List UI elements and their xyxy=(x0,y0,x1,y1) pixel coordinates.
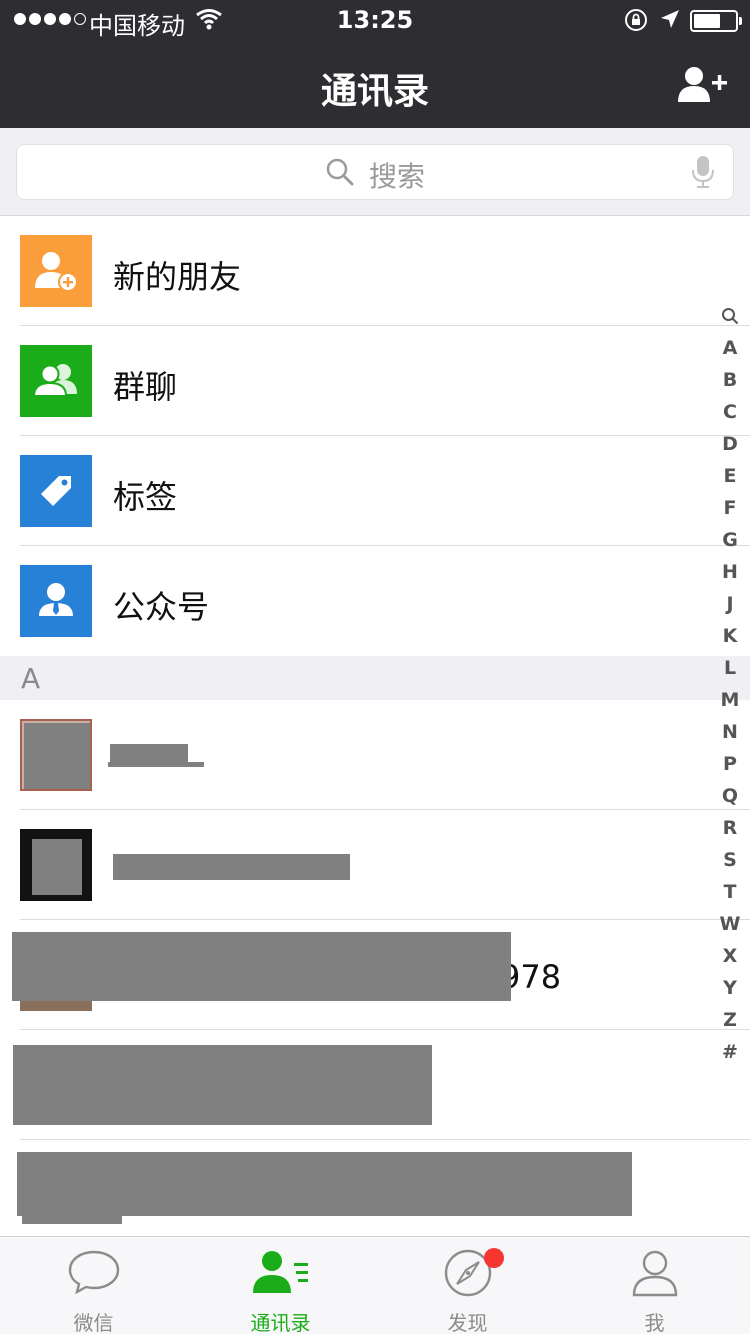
tags-label: 标签 xyxy=(113,478,178,516)
battery-icon xyxy=(690,10,742,32)
index-letter[interactable]: Z xyxy=(714,1004,746,1036)
contacts-icon xyxy=(252,1251,308,1293)
new-friends-label: 新的朋友 xyxy=(113,258,242,296)
group-chats-label: 群聊 xyxy=(113,368,178,406)
index-letter[interactable]: W xyxy=(714,908,746,940)
contact-row[interactable] xyxy=(0,700,750,810)
redacted-block xyxy=(22,1214,122,1224)
index-letter[interactable]: Y xyxy=(714,972,746,1004)
index-letter[interactable]: N xyxy=(714,716,746,748)
new-friend-icon xyxy=(20,235,92,307)
notification-badge xyxy=(484,1248,504,1268)
index-letter[interactable]: J xyxy=(714,588,746,620)
index-letter[interactable]: L xyxy=(714,652,746,684)
avatar xyxy=(20,829,92,901)
official-account-icon xyxy=(20,565,92,637)
search-placeholder: 搜索 xyxy=(369,160,426,193)
tab-chats[interactable]: 微信 xyxy=(0,1237,187,1334)
redacted-block xyxy=(13,1045,432,1125)
index-letter[interactable]: F xyxy=(714,492,746,524)
index-letter[interactable]: P xyxy=(714,748,746,780)
location-arrow-icon xyxy=(661,10,679,28)
search-area: 搜索 xyxy=(0,128,750,216)
index-search-icon[interactable] xyxy=(714,300,746,332)
tab-label: 我 xyxy=(644,1311,665,1334)
official-accounts-row[interactable]: 公众号 xyxy=(0,546,750,656)
new-friends-row[interactable]: 新的朋友 xyxy=(0,216,750,326)
microphone-icon[interactable] xyxy=(691,155,715,189)
add-contact-icon[interactable] xyxy=(676,64,728,104)
index-letter[interactable]: H xyxy=(714,556,746,588)
contact-row[interactable] xyxy=(0,810,750,920)
index-letter[interactable]: M xyxy=(714,684,746,716)
group-chat-icon xyxy=(20,345,92,417)
tab-bar: 微信 通讯录 发现 我 xyxy=(0,1236,750,1334)
index-letter[interactable]: Q xyxy=(714,780,746,812)
index-letter[interactable]: A xyxy=(714,332,746,364)
index-letter[interactable]: # xyxy=(714,1036,746,1068)
nav-bar: 通讯录 xyxy=(0,40,750,128)
index-letter[interactable]: C xyxy=(714,396,746,428)
redacted-block xyxy=(17,1152,632,1216)
search-icon xyxy=(326,158,354,186)
chat-bubble-icon xyxy=(68,1250,119,1295)
tab-discover[interactable]: 发现 xyxy=(374,1237,561,1334)
tab-me[interactable]: 我 xyxy=(561,1237,748,1334)
status-bar: 中国移动 13:25 xyxy=(0,0,750,40)
section-letter: A xyxy=(21,662,41,695)
tab-label: 微信 xyxy=(73,1311,114,1334)
index-letter[interactable]: T xyxy=(714,876,746,908)
page-title: 通讯录 xyxy=(320,71,429,112)
tab-contacts[interactable]: 通讯录 xyxy=(187,1237,374,1334)
person-icon xyxy=(632,1250,677,1297)
group-chats-row[interactable]: 群聊 xyxy=(0,326,750,436)
tags-row[interactable]: 标签 xyxy=(0,436,750,546)
index-letter[interactable]: K xyxy=(714,620,746,652)
avatar xyxy=(20,719,92,791)
official-accounts-label: 公众号 xyxy=(113,588,210,626)
index-letter[interactable]: G xyxy=(714,524,746,556)
rotation-lock-icon xyxy=(625,9,647,31)
redacted-name xyxy=(110,744,188,764)
tab-label: 通讯录 xyxy=(250,1311,311,1334)
index-letter[interactable]: S xyxy=(714,844,746,876)
alphabet-index[interactable]: A B C D E F G H J K L M N P Q R S T W X Y Z # xyxy=(714,300,746,1068)
section-header: A xyxy=(0,656,750,700)
index-letter[interactable]: B xyxy=(714,364,746,396)
index-letter[interactable]: D xyxy=(714,428,746,460)
redacted-block xyxy=(12,932,511,1001)
tab-label: 发现 xyxy=(447,1311,488,1334)
redacted-name xyxy=(113,854,350,880)
index-letter[interactable]: X xyxy=(714,940,746,972)
redacted-name xyxy=(108,762,204,767)
index-letter[interactable]: R xyxy=(714,812,746,844)
tag-icon xyxy=(20,455,92,527)
search-input[interactable]: 搜索 xyxy=(16,144,734,200)
index-letter[interactable]: E xyxy=(714,460,746,492)
